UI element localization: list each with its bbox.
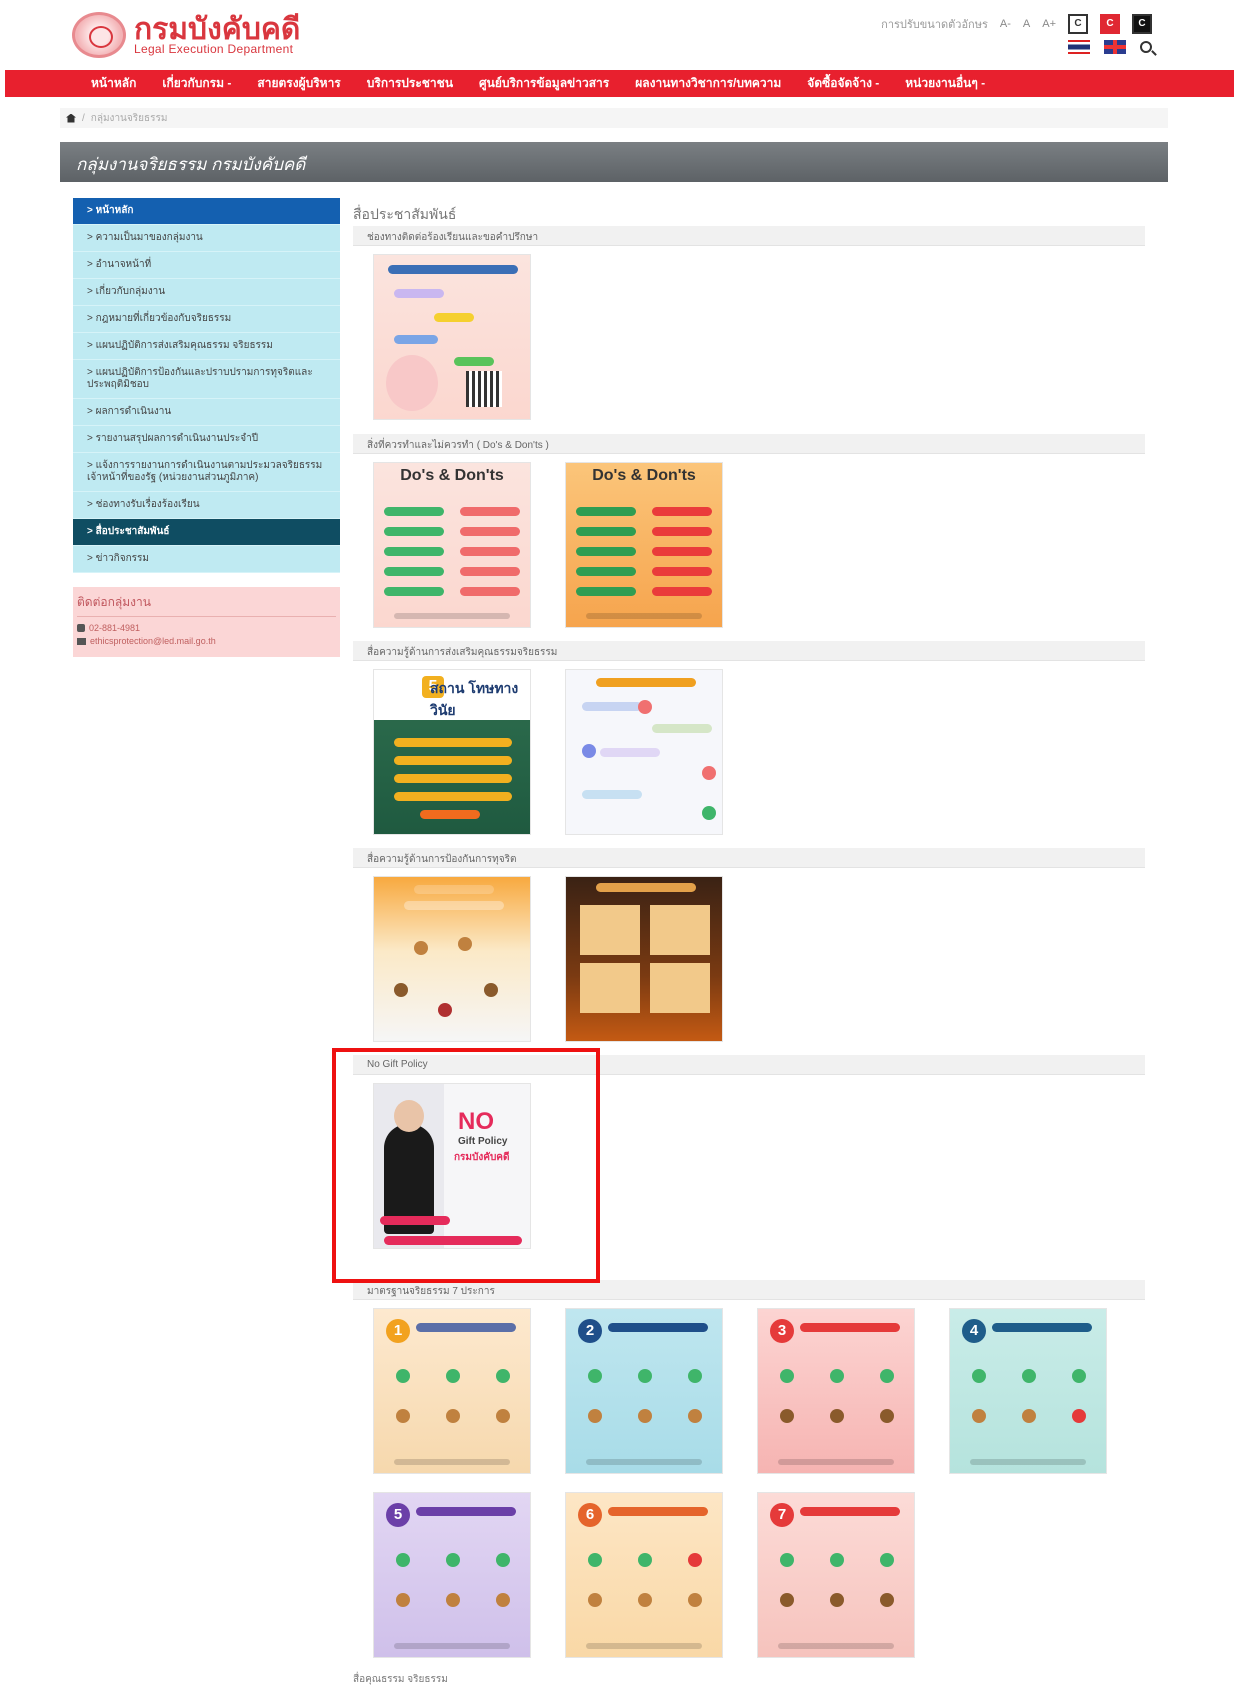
main-navigation: หน้าหลัก เกี่ยวกับกรม - สายตรงผู้บริหาร … [5, 70, 1234, 97]
font-size-label: การปรับขนาดตัวอักษร [881, 19, 988, 31]
section-dos-donts: สิ่งที่ควรทำและไม่ควรทำ ( Do's & Don'ts … [353, 434, 1145, 628]
font-large-button[interactable]: A+ [1042, 18, 1056, 30]
site-logo[interactable]: กรมบังคับคดี Legal Execution Department [72, 12, 300, 58]
section-title: สื่อความรู้ด้านการส่งเสริมคุณธรรมจริยธรร… [353, 641, 1145, 661]
poster-standard-2[interactable]: 2 [565, 1308, 723, 1474]
sidebar: > หน้าหลัก > ความเป็นมาของกลุ่มงาน > อำน… [73, 198, 340, 657]
nav-item-info-center[interactable]: ศูนย์บริการข้อมูลข่าวสาร [479, 74, 609, 93]
sidebar-item-regional-report[interactable]: > แจ้งการรายงานการดำเนินงานตามประมวลจริย… [73, 453, 340, 492]
font-normal-button[interactable]: A [1023, 18, 1030, 30]
poster-standard-6[interactable]: 6 [565, 1492, 723, 1658]
sidebar-item-ethics-plan[interactable]: > แผนปฏิบัติการส่งเสริมคุณธรรม จริยธรรม [73, 333, 340, 360]
accessibility-tools: การปรับขนาดตัวอักษร A- A A+ C C C [881, 14, 1152, 34]
sidebar-item-about[interactable]: > เกี่ยวกับกลุ่มงาน [73, 279, 340, 306]
contrast-red-button[interactable]: C [1100, 14, 1120, 34]
section-title-ethics-media: สื่อคุณธรรม จริยธรรม [353, 1674, 448, 1685]
nav-item-about[interactable]: เกี่ยวกับกรม - [162, 74, 231, 93]
sidebar-item-complaints[interactable]: > ช่องทางรับเรื่องร้องเรียน [73, 492, 340, 519]
poster-dos-donts-1[interactable]: Do's & Don'ts [373, 462, 531, 628]
section-title: ช่องทางติดต่อร้องเรียนและขอคำปรึกษา [353, 226, 1145, 246]
section-title: มาตรฐานจริยธรรม 7 ประการ [353, 1280, 1145, 1300]
search-icon[interactable] [1140, 41, 1152, 53]
phone-icon [77, 624, 85, 632]
contrast-black-button[interactable]: C [1132, 14, 1152, 34]
section-title: สื่อความรู้ด้านการป้องกันการทุจริต [353, 848, 1145, 868]
nav-item-home[interactable]: หน้าหลัก [91, 74, 136, 93]
sidebar-item-laws[interactable]: > กฎหมายที่เกี่ยวข้องกับจริยธรรม [73, 306, 340, 333]
poster-contact-channels[interactable] [373, 254, 531, 420]
thai-flag-icon[interactable] [1068, 40, 1090, 54]
illustration-woman-icon [386, 355, 438, 411]
department-seal-icon [72, 12, 126, 58]
home-icon[interactable] [66, 113, 76, 123]
mail-icon [77, 637, 86, 645]
poster-anticorruption-dark[interactable] [565, 876, 723, 1042]
poster-dos-donts-2[interactable]: Do's & Don'ts [565, 462, 723, 628]
section-ethical-standards: มาตรฐานจริยธรรม 7 ประการ 1 2 3 4 5 6 7 [353, 1280, 1145, 1658]
sidebar-item-home[interactable]: > หน้าหลัก [73, 198, 340, 225]
uk-flag-icon[interactable] [1104, 40, 1126, 54]
sidebar-item-history[interactable]: > ความเป็นมาของกลุ่มงาน [73, 225, 340, 252]
page-title: กลุ่มงานจริยธรรม กรมบังคับคดี [60, 142, 1168, 182]
nav-item-articles[interactable]: ผลงานทางวิชาการ/บทความ [635, 74, 781, 93]
contact-email[interactable]: ethicsprotection@led.mail.go.th [90, 636, 216, 646]
section-ethics-knowledge: สื่อความรู้ด้านการส่งเสริมคุณธรรมจริยธรร… [353, 641, 1145, 835]
poster-standard-3[interactable]: 3 [757, 1308, 915, 1474]
poster-conflict-of-interest[interactable] [373, 876, 531, 1042]
section-contact-channels: ช่องทางติดต่อร้องเรียนและขอคำปรึกษา [353, 226, 1145, 420]
breadcrumb-current: กลุ่มงานจริยธรรม [90, 112, 168, 124]
font-small-button[interactable]: A- [1000, 18, 1011, 30]
sidebar-item-results[interactable]: > ผลการดำเนินงาน [73, 399, 340, 426]
logo-english-text: Legal Execution Department [134, 42, 294, 56]
nav-item-other-units[interactable]: หน่วยงานอื่นๆ - [905, 74, 985, 93]
sidebar-item-anticorruption-plan[interactable]: > แผนปฏิบัติการป้องกันและปราบปรามการทุจร… [73, 360, 340, 399]
poster-standard-7[interactable]: 7 [757, 1492, 915, 1658]
sidebar-item-annual-report[interactable]: > รายงานสรุปผลการดำเนินงานประจำปี [73, 426, 340, 453]
nav-item-procurement[interactable]: จัดซื้อจัดจ้าง - [807, 74, 879, 93]
poster-standard-1[interactable]: 1 [373, 1308, 531, 1474]
poster-disciplinary-penalties[interactable]: 5 สถาน โทษทางวินัย [373, 669, 531, 835]
highlight-box [332, 1048, 600, 1283]
qr-code-icon [466, 371, 502, 407]
sidebar-item-duties[interactable]: > อำนาจหน้าที่ [73, 252, 340, 279]
nav-item-services[interactable]: บริการประชาชน [367, 74, 453, 93]
sidebar-item-news[interactable]: > ข่าวกิจกรรม [73, 546, 340, 573]
section-title: สิ่งที่ควรทำและไม่ควรทำ ( Do's & Don'ts … [353, 434, 1145, 454]
sidebar-item-pr-media[interactable]: > สื่อประชาสัมพันธ์ [73, 519, 340, 546]
section-anticorruption-knowledge: สื่อความรู้ด้านการป้องกันการทุจริต [353, 848, 1145, 1042]
contact-title: ติดต่อกลุ่มงาน [77, 593, 336, 617]
site-header: กรมบังคับคดี Legal Execution Department … [0, 0, 1234, 70]
contact-box: ติดต่อกลุ่มงาน 02-881-4981 ethicsprotect… [73, 587, 340, 657]
poster-ethics-examples[interactable] [565, 669, 723, 835]
media-heading: สื่อประชาสัมพันธ์ [353, 206, 457, 222]
poster-standard-4[interactable]: 4 [949, 1308, 1107, 1474]
breadcrumb: / กลุ่มงานจริยธรรม [60, 108, 1168, 128]
poster-standard-5[interactable]: 5 [373, 1492, 531, 1658]
nav-item-executive[interactable]: สายตรงผู้บริหาร [257, 74, 340, 93]
contact-phone[interactable]: 02-881-4981 [89, 623, 140, 633]
contrast-normal-button[interactable]: C [1068, 14, 1088, 34]
